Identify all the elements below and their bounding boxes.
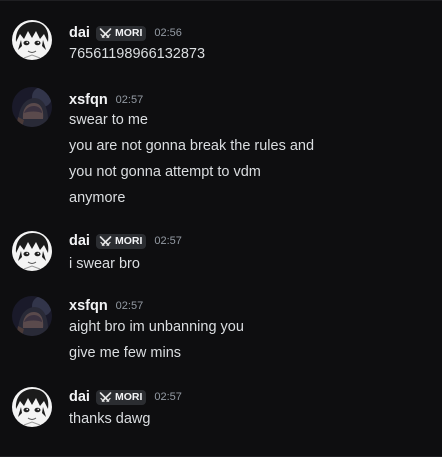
tag-label: MORI — [114, 235, 143, 247]
message-text: you not gonna attempt to vdm — [69, 164, 261, 180]
message-header: dai MORI 02:57 — [69, 232, 182, 250]
crossed-swords-icon — [99, 391, 112, 403]
avatar-dai[interactable] — [12, 387, 52, 427]
avatar-xsfqn[interactable] — [12, 87, 52, 127]
message-header: xsfqn 02:57 — [69, 91, 143, 109]
timestamp[interactable]: 02:56 — [154, 27, 182, 39]
top-divider — [0, 0, 442, 1]
username[interactable]: dai — [69, 25, 90, 41]
message-text: you are not gonna break the rules and — [69, 138, 315, 154]
message-text: i swear bro — [69, 256, 140, 272]
tag-label: MORI — [114, 27, 143, 39]
timestamp[interactable]: 02:57 — [116, 94, 144, 106]
timestamp[interactable]: 02:57 — [116, 300, 144, 312]
message-text: swear to me — [69, 112, 148, 128]
timestamp[interactable]: 02:57 — [154, 235, 182, 247]
message-text: thanks dawg — [69, 411, 151, 427]
guild-tag[interactable]: MORI — [95, 389, 147, 405]
avatar-dai[interactable] — [12, 231, 52, 271]
avatar-xsfqn[interactable] — [12, 296, 52, 336]
tag-label: MORI — [114, 391, 143, 403]
crossed-swords-icon — [99, 27, 112, 39]
message-header: xsfqn 02:57 — [69, 297, 143, 315]
message-text: anymore — [69, 190, 126, 206]
username[interactable]: dai — [69, 233, 90, 249]
message-text: 76561198966132873 — [69, 46, 206, 62]
chat-message-list: dai MORI 02:56 76561198966132873 xsfqn 0… — [0, 0, 442, 457]
crossed-swords-icon — [99, 235, 112, 247]
message-text: aight bro im unbanning you — [69, 319, 244, 335]
message-header: dai MORI 02:56 — [69, 24, 182, 42]
guild-tag[interactable]: MORI — [95, 233, 147, 249]
username[interactable]: xsfqn — [69, 92, 108, 108]
message-text: give me few mins — [69, 345, 182, 361]
guild-tag[interactable]: MORI — [95, 25, 147, 41]
timestamp[interactable]: 02:57 — [154, 391, 182, 403]
username[interactable]: dai — [69, 389, 90, 405]
avatar-dai[interactable] — [12, 20, 52, 60]
username[interactable]: xsfqn — [69, 298, 108, 314]
message-header: dai MORI 02:57 — [69, 388, 182, 406]
